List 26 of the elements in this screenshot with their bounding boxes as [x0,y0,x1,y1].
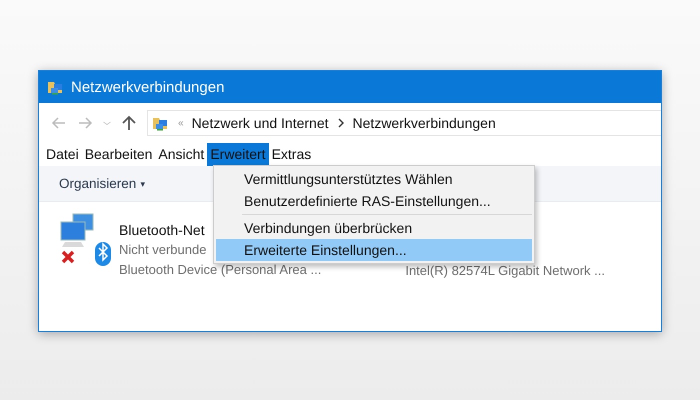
menu-title[interactable]: Extras [268,143,314,166]
menu-title[interactable]: Ansicht [155,143,208,166]
forward-icon[interactable] [77,115,93,131]
organize-button[interactable]: Organisieren [59,176,136,191]
menu-title[interactable]: Datei [43,143,82,166]
menu-title[interactable]: Bearbeiten [82,143,156,166]
caret-icon: ▾ [140,178,146,188]
up-icon[interactable] [121,115,137,131]
address-field[interactable]: « Netzwerk und Internet Netzwerkverbindungen [147,110,661,136]
menu-item[interactable]: Vermittlungsunterstütztes Wählen [216,168,532,190]
menu-item[interactable]: Benutzerdefinierte RAS-Einstellungen... [216,190,532,212]
overflow-marker: « [178,118,184,128]
network-folder-icon [152,115,170,131]
back-icon[interactable] [51,115,67,131]
network-folder-icon [47,79,65,95]
breadcrumb[interactable]: Netzwerkverbindungen [352,115,496,131]
menu-item[interactable]: Erweiterte Einstellungen... [216,239,532,261]
menu-title[interactable]: Erweitert [207,143,269,166]
device-name: Intel(R) 82574L Gigabit Network ... [405,263,606,278]
connection-status: Nicht verbunde [119,242,206,258]
breadcrumb[interactable]: Netzwerk und Internet [192,115,329,131]
device-name: Bluetooth Device (Personal Area ... [119,262,322,278]
menu-item[interactable]: Verbindungen überbrücken [216,217,532,239]
window-title: Netzwerkverbindungen [71,78,224,96]
chevron-right-icon [336,118,345,128]
connection-name: Bluetooth-Net [119,222,205,238]
